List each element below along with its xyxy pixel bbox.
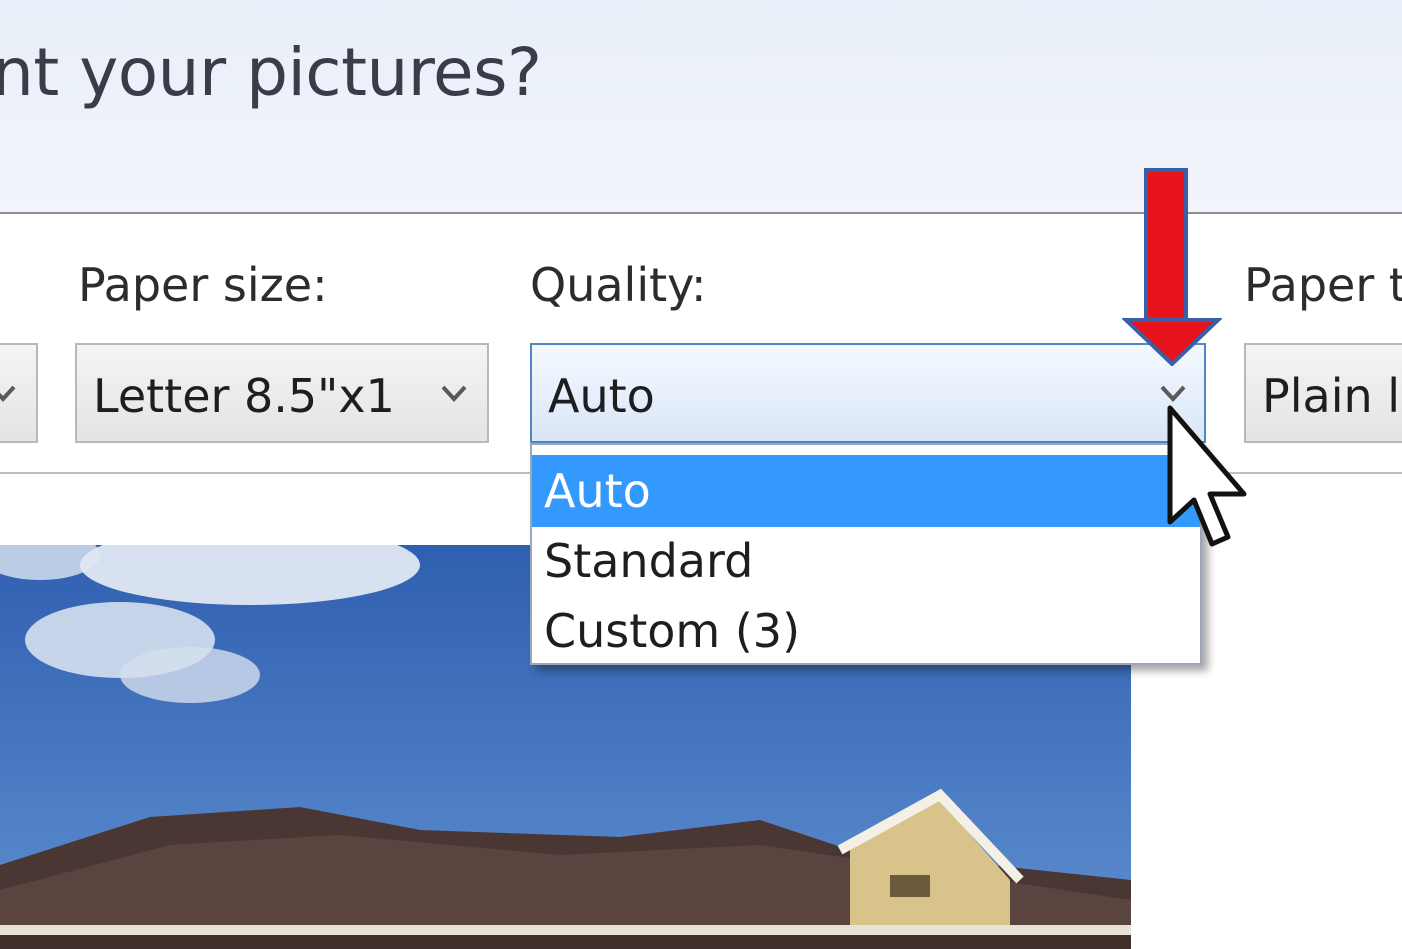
quality-option-standard[interactable]: Standard	[532, 525, 1200, 597]
quality-dropdown-list: Auto Standard Custom (3)	[530, 443, 1202, 665]
quality-option-auto[interactable]: Auto	[532, 455, 1200, 527]
paper-size-value: Letter 8.5"x1	[93, 369, 395, 423]
paper-type-select[interactable]: Plain l	[1244, 343, 1402, 443]
quality-select[interactable]: Auto	[530, 343, 1206, 443]
quality-value: Auto	[548, 369, 655, 423]
mouse-pointer-icon	[1167, 405, 1247, 547]
printer-select[interactable]	[0, 343, 38, 443]
paper-type-value: Plain l	[1262, 369, 1401, 423]
red-arrow-icon	[1122, 168, 1222, 366]
paper-size-select[interactable]: Letter 8.5"x1	[75, 343, 489, 443]
chevron-down-icon	[0, 385, 16, 402]
chevron-down-icon	[441, 385, 467, 402]
quality-label: Quality:	[530, 258, 707, 312]
paper-size-label: Paper size:	[78, 258, 328, 312]
paper-type-label: Paper t	[1244, 258, 1402, 312]
chevron-down-icon	[1160, 385, 1186, 402]
quality-option-custom[interactable]: Custom (3)	[532, 595, 1200, 667]
page-title: nt your pictures?	[0, 34, 542, 111]
